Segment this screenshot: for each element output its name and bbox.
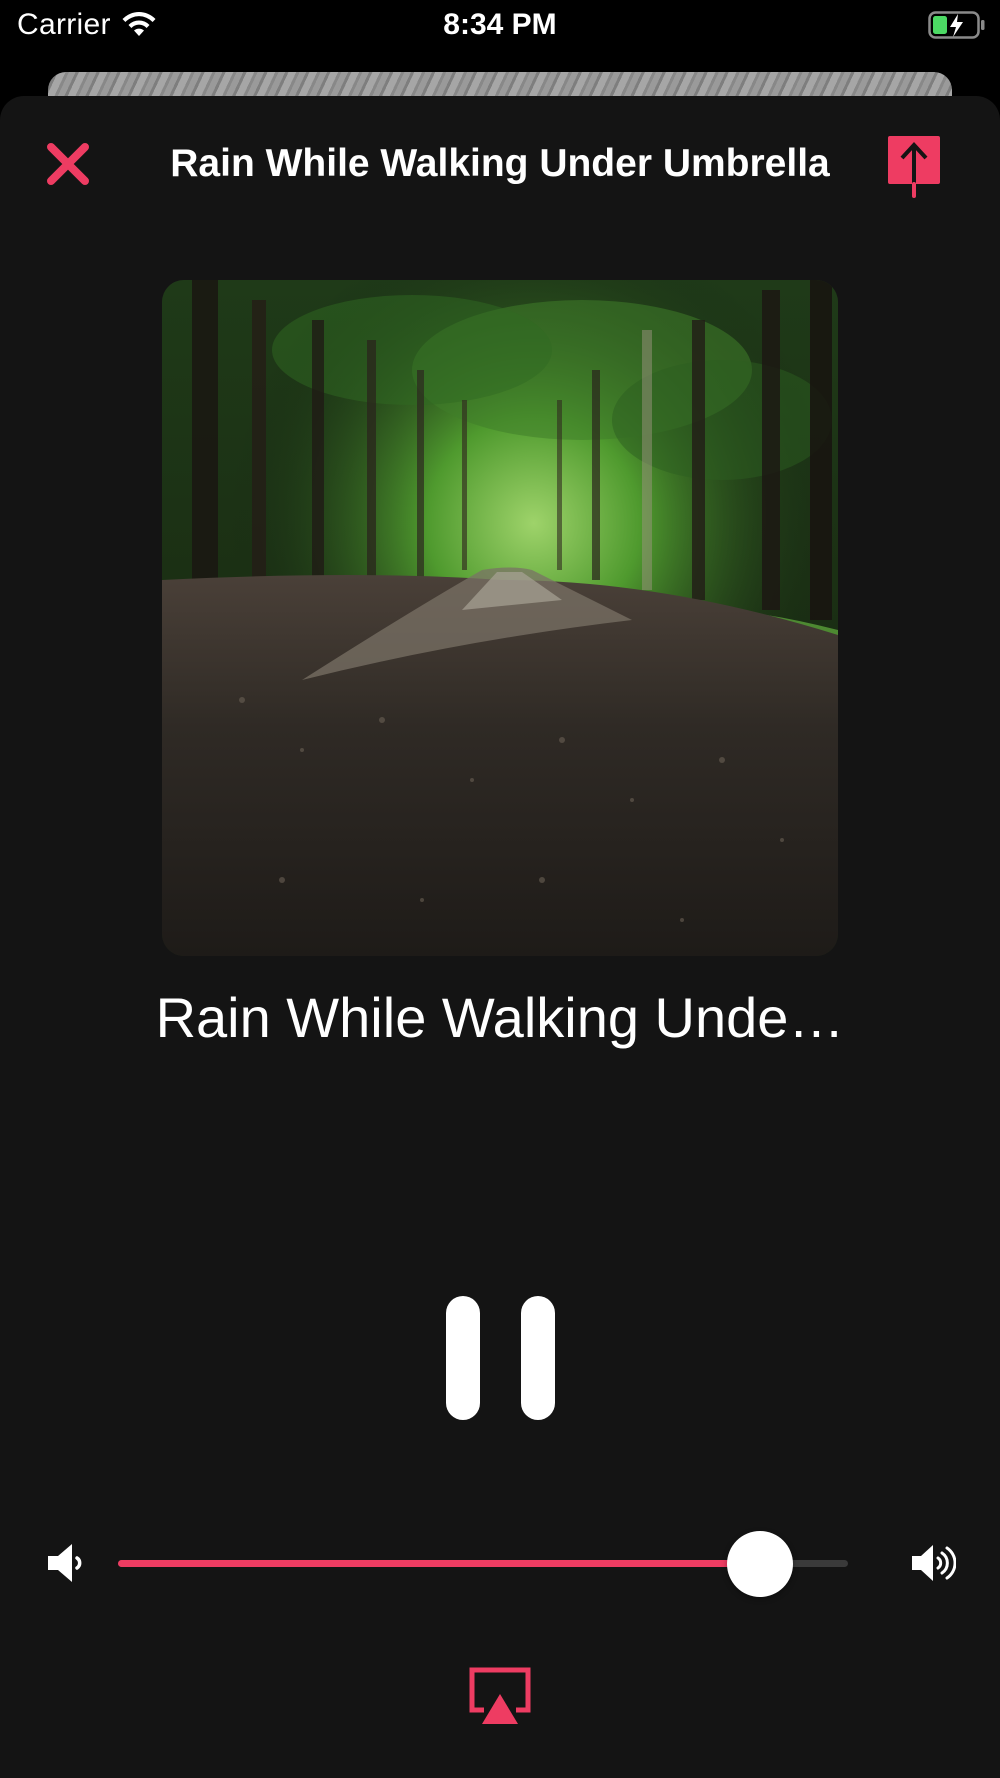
share-icon: [888, 136, 940, 198]
volume-low-icon: [48, 1544, 82, 1582]
track-title: Rain While Walking Unde…: [155, 986, 845, 1049]
pause-icon-bar: [521, 1296, 555, 1420]
volume-fill: [118, 1560, 761, 1567]
battery-charging-icon: [928, 11, 985, 39]
volume-slider[interactable]: [118, 1531, 848, 1597]
status-bar: Carrier 8:34 PM: [0, 0, 1000, 50]
header-title: Rain While Walking Under Umbrella: [170, 142, 830, 185]
close-icon: [47, 143, 89, 185]
share-button[interactable]: [886, 134, 942, 198]
pause-button[interactable]: [440, 1296, 560, 1422]
airplay-button[interactable]: [468, 1666, 532, 1728]
volume-high-icon: [912, 1545, 956, 1581]
airplay-icon: [469, 1667, 531, 1724]
volume-thumb[interactable]: [727, 1531, 794, 1597]
status-time: 8:34 PM: [443, 8, 557, 41]
pause-icon: [446, 1296, 480, 1420]
close-button[interactable]: [44, 140, 92, 188]
album-artwork: [162, 280, 838, 956]
artwork-forest-path: [162, 280, 838, 956]
